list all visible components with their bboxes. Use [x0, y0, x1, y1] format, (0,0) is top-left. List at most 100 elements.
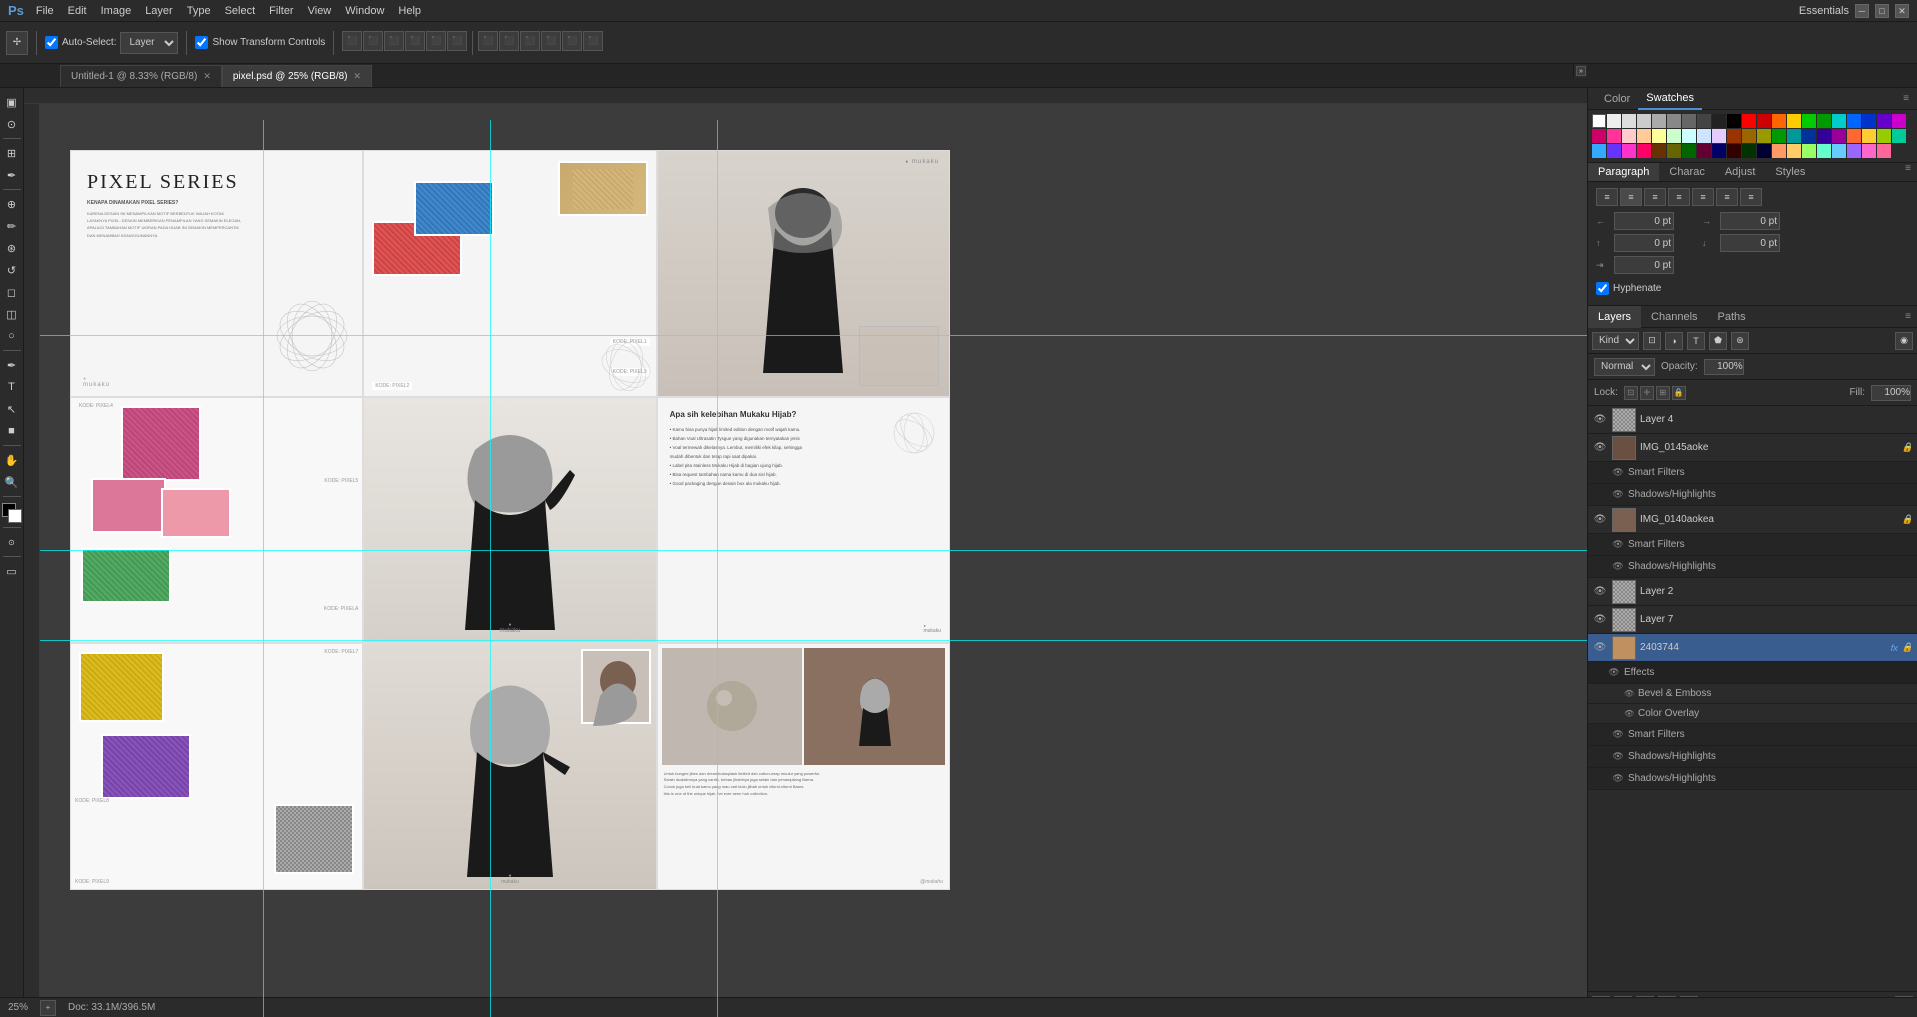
layers-kind-select[interactable]: Kind: [1592, 332, 1639, 350]
distribute-left-btn[interactable]: ⬛: [478, 31, 498, 51]
panel-options-btn[interactable]: ≡: [1903, 93, 1909, 104]
menu-file[interactable]: File: [36, 5, 54, 17]
color-overlay-eye[interactable]: 👁: [1624, 709, 1634, 719]
shadows3-eye[interactable]: 👁: [1612, 751, 1624, 763]
history-brush-tool[interactable]: ↺: [2, 260, 22, 280]
align-right-btn[interactable]: ≡: [1644, 188, 1666, 206]
swatch-4[interactable]: [1652, 114, 1666, 128]
swatch-green2[interactable]: [1817, 114, 1831, 128]
swatch-e3[interactable]: [1802, 144, 1816, 158]
auto-select-dropdown[interactable]: Layer Group: [120, 32, 178, 54]
smartfilters1-eye[interactable]: 👁: [1612, 467, 1624, 479]
l2403744-shadows2[interactable]: 👁 Shadows/Highlights: [1588, 768, 1917, 790]
distribute-top-btn[interactable]: ⬛: [541, 31, 561, 51]
channels-tab-btn[interactable]: Channels: [1641, 306, 1707, 328]
swatch-cyan[interactable]: [1832, 114, 1846, 128]
canvas-area[interactable]: PIXEL SERIES KENAPA DINAMAKAN PIXEL SERI…: [24, 88, 1587, 1017]
menu-edit[interactable]: Edit: [68, 5, 87, 17]
color-overlay-item[interactable]: 👁 Color Overlay: [1588, 704, 1917, 724]
show-transform-checkbox[interactable]: Show Transform Controls: [195, 36, 325, 49]
swatch-purple2[interactable]: [1892, 114, 1906, 128]
swatch-yellow[interactable]: [1787, 114, 1801, 128]
menu-image[interactable]: Image: [101, 5, 132, 17]
character-tab[interactable]: Charac: [1659, 163, 1714, 181]
swatch-dk-yellow[interactable]: [1757, 129, 1771, 143]
menu-select[interactable]: Select: [225, 5, 256, 17]
swatch-red1[interactable]: [1742, 114, 1756, 128]
menu-layer[interactable]: Layer: [145, 5, 173, 17]
swatch-8[interactable]: [1712, 114, 1726, 128]
swatch-maroon[interactable]: [1697, 144, 1711, 158]
hyphenate-checkbox[interactable]: [1596, 282, 1609, 295]
paths-tab-btn[interactable]: Paths: [1708, 306, 1756, 328]
swatch-pink1[interactable]: [1592, 129, 1606, 143]
adjust-tab[interactable]: Adjust: [1715, 163, 1766, 181]
type-layer-filter[interactable]: T: [1687, 332, 1705, 350]
layer-item-img0140[interactable]: 👁 IMG_0140aokea 🔒: [1588, 506, 1917, 534]
swatch-lt-yellow[interactable]: [1652, 129, 1666, 143]
tab-pixel-psd[interactable]: pixel.psd @ 25% (RGB/8) ✕: [222, 65, 372, 87]
layers-panel-options[interactable]: ≡: [1899, 311, 1917, 322]
effects-group[interactable]: 👁 Effects: [1588, 662, 1917, 684]
smart-filter-filter[interactable]: ⊛: [1731, 332, 1749, 350]
swatch-e6[interactable]: [1847, 144, 1861, 158]
space-after-input[interactable]: [1720, 234, 1780, 252]
align-center-btn[interactable]: ≡: [1620, 188, 1642, 206]
swatch-dk-orange[interactable]: [1742, 129, 1756, 143]
swatch-e7[interactable]: [1862, 144, 1876, 158]
distribute-bottom-btn[interactable]: ⬛: [583, 31, 603, 51]
opacity-input[interactable]: [1704, 359, 1744, 375]
swatch-pink2[interactable]: [1607, 129, 1621, 143]
bevel-emboss-eye[interactable]: 👁: [1624, 689, 1634, 699]
move-tool-icon[interactable]: ✢: [6, 31, 28, 55]
menu-help[interactable]: Help: [398, 5, 421, 17]
swatch-9[interactable]: [1727, 114, 1741, 128]
distribute-center-v-btn[interactable]: ⬛: [562, 31, 582, 51]
swatch-teal2[interactable]: [1892, 129, 1906, 143]
img0145-smart-filters[interactable]: 👁 Smart Filters: [1588, 462, 1917, 484]
indent-left-input[interactable]: [1614, 212, 1674, 230]
restore-button[interactable]: □: [1875, 4, 1889, 18]
swatch-dk-teal[interactable]: [1787, 129, 1801, 143]
align-bottom-btn[interactable]: ⬛: [447, 31, 467, 51]
swatch-navy[interactable]: [1712, 144, 1726, 158]
styles-tab[interactable]: Styles: [1765, 163, 1815, 181]
align-left-btn[interactable]: ≡: [1596, 188, 1618, 206]
smartfilters3-eye[interactable]: 👁: [1612, 729, 1624, 741]
tab-pixel-close[interactable]: ✕: [354, 71, 362, 82]
swatch-0[interactable]: [1592, 114, 1606, 128]
minimize-button[interactable]: ─: [1855, 4, 1869, 18]
path-selection-tool[interactable]: ↖: [2, 399, 22, 419]
shadows1-eye[interactable]: 👁: [1612, 489, 1624, 501]
menu-window[interactable]: Window: [345, 5, 384, 17]
adjustment-layer-filter[interactable]: ◑: [1665, 332, 1683, 350]
align-right-btn[interactable]: ⬛: [384, 31, 404, 51]
swatch-darknavy[interactable]: [1757, 144, 1771, 158]
swatch-e4[interactable]: [1817, 144, 1831, 158]
crop-tool[interactable]: ⊞: [2, 143, 22, 163]
smartfilters2-eye[interactable]: 👁: [1612, 539, 1624, 551]
para-panel-options[interactable]: ≡: [1899, 163, 1917, 181]
layer-item-layer7[interactable]: 👁 Layer 7: [1588, 606, 1917, 634]
l2403744-shadows1[interactable]: 👁 Shadows/Highlights: [1588, 746, 1917, 768]
type-tool[interactable]: T: [2, 377, 22, 397]
layer-item-2403744[interactable]: 👁 2403744 fx 🔒: [1588, 634, 1917, 662]
img0140-shadows[interactable]: 👁 Shadows/Highlights: [1588, 556, 1917, 578]
lasso-tool[interactable]: ⊙: [2, 114, 22, 134]
swatch-dk-purple[interactable]: [1817, 129, 1831, 143]
swatch-blue1[interactable]: [1847, 114, 1861, 128]
swatch-lt-purple[interactable]: [1712, 129, 1726, 143]
swatch-3[interactable]: [1637, 114, 1651, 128]
swatch-lt-pink[interactable]: [1622, 129, 1636, 143]
swatch-coral[interactable]: [1847, 129, 1861, 143]
l2403744-visibility[interactable]: 👁: [1592, 640, 1608, 656]
close-button[interactable]: ✕: [1895, 4, 1909, 18]
hand-tool[interactable]: ✋: [2, 450, 22, 470]
swatch-orange[interactable]: [1772, 114, 1786, 128]
blend-mode-select[interactable]: Normal Multiply Screen Overlay: [1594, 358, 1655, 376]
first-line-indent-input[interactable]: [1614, 256, 1674, 274]
shape-layer-filter[interactable]: ⬟: [1709, 332, 1727, 350]
swatch-blue2[interactable]: [1862, 114, 1876, 128]
layer-item-img0145[interactable]: 👁 IMG_0145aoke 🔒: [1588, 434, 1917, 462]
swatch-5[interactable]: [1667, 114, 1681, 128]
